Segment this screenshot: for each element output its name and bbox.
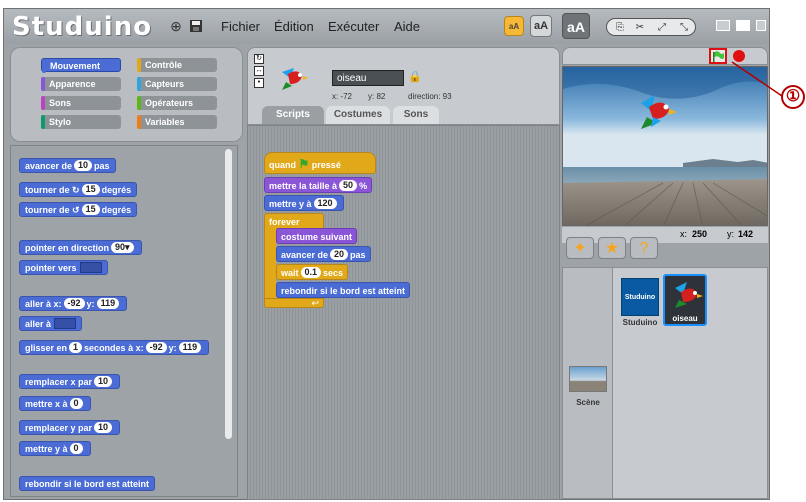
medium-text-button[interactable]: aA: [530, 15, 552, 37]
palette-scrollbar[interactable]: [225, 149, 232, 439]
block-bounce-script[interactable]: rebondir si le bord est atteint: [276, 282, 411, 298]
green-flag-button[interactable]: [709, 48, 727, 64]
menu-edit[interactable]: Édition: [274, 19, 314, 34]
block-point-towards[interactable]: pointer vers: [19, 260, 108, 275]
block-set-y[interactable]: mettre y à0: [19, 441, 91, 456]
category-operateurs[interactable]: Opérateurs: [137, 96, 217, 110]
menu-bar: Studuino ⊕ Fichier Édition Exécuter Aide…: [4, 9, 769, 44]
tab-costumes[interactable]: Costumes: [326, 106, 390, 124]
sprite-name-field[interactable]: oiseau: [332, 70, 404, 86]
menu-help[interactable]: Aide: [394, 19, 420, 34]
flip-style-icon[interactable]: ↔: [254, 66, 264, 76]
duplicate-icon[interactable]: ⎘: [611, 21, 629, 34]
block-point-direction[interactable]: pointer en direction 90▾: [19, 240, 142, 255]
category-panel: Mouvement Contrôle Apparence Capteurs So…: [10, 47, 243, 142]
stage-column: Scène: [563, 268, 613, 498]
sprite-y: y: 82: [368, 92, 386, 101]
sprite-thumbnail-icon: [282, 68, 308, 90]
block-set-x[interactable]: mettre x à0: [19, 396, 91, 411]
category-controle[interactable]: Contrôle: [137, 58, 217, 72]
sprite-tool-group: ⎘ ✂ ⤢ ⤡: [606, 18, 696, 36]
block-glide[interactable]: glisser en 1 secondes à x: -92 y: 119: [19, 340, 210, 355]
block-bounce[interactable]: rebondir si le bord est atteint: [19, 476, 156, 491]
category-variables[interactable]: Variables: [137, 115, 217, 129]
no-rotate-icon[interactable]: •: [254, 78, 264, 88]
globe-icon[interactable]: ⊕: [169, 19, 183, 33]
dropdown: [54, 318, 77, 329]
block-palette: avancer de 10 pas tourner de ↻ 15 degrés tou…: [10, 145, 238, 497]
sprite-direction: direction: 93: [408, 92, 452, 101]
annotation-number: ①: [781, 85, 805, 109]
random-sprite-icon[interactable]: ?: [630, 237, 658, 259]
save-icon[interactable]: [189, 19, 203, 33]
app-logo: Studuino: [12, 12, 153, 42]
category-sons[interactable]: Sons: [41, 96, 121, 110]
shrink-icon[interactable]: ⤡: [675, 21, 693, 34]
menu-file[interactable]: Fichier: [221, 19, 260, 34]
forever-loop-icon: ↩: [264, 298, 324, 308]
category-stylo[interactable]: Stylo: [41, 115, 121, 129]
sprite-info-panel: ↻ ↔ • oiseau 🔒 x: -72 y: 82 direction: 9…: [247, 47, 560, 125]
presentation-icon[interactable]: [756, 20, 766, 31]
sprite-studuino-label: Studuino: [622, 318, 658, 327]
block-move-script[interactable]: avancer de 20 pas: [276, 246, 371, 262]
studuino-window: Studuino ⊕ Fichier Édition Exécuter Aide…: [3, 8, 770, 500]
dropdown: [79, 262, 102, 273]
block-change-y[interactable]: remplacer y par 10: [19, 420, 121, 435]
category-mouvement[interactable]: Mouvement: [41, 58, 121, 73]
block-when-flag-clicked[interactable]: quand ⚑ pressé: [264, 152, 376, 174]
tab-sons[interactable]: Sons: [393, 106, 439, 124]
block-goto[interactable]: aller à: [19, 316, 83, 331]
sprite-oiseau-thumb[interactable]: oiseau: [663, 274, 707, 326]
sprite-library: Scène Studuino Studuino oiseau: [562, 267, 768, 499]
scene-label: Scène: [576, 398, 600, 407]
block-turn-right[interactable]: tourner de ↻ 15 degrés: [19, 182, 138, 197]
block-change-x[interactable]: remplacer x par 10: [19, 374, 121, 389]
annotation-pointer: [731, 61, 783, 97]
layout-small-icon[interactable]: [716, 20, 730, 31]
sprite-studuino-thumb[interactable]: Studuino: [621, 278, 659, 316]
rotate-style-icon[interactable]: ↻: [254, 54, 264, 64]
green-flag-icon: ⚑: [298, 157, 310, 171]
sprite-oiseau-label: oiseau: [672, 314, 698, 323]
sprite-x: x: -72: [332, 92, 353, 101]
rotate-right-icon: ↻: [72, 185, 80, 195]
tab-scripts[interactable]: Scripts: [262, 106, 324, 124]
block-move-steps[interactable]: avancer de 10 pas: [19, 158, 116, 173]
choose-sprite-icon[interactable]: ★: [598, 237, 626, 259]
rotate-left-icon: ↺: [72, 205, 80, 215]
block-forever[interactable]: forever: [264, 213, 324, 229]
small-text-button[interactable]: aA: [504, 16, 524, 36]
forever-arm: [264, 228, 276, 304]
grow-icon[interactable]: ⤢: [653, 21, 671, 34]
block-turn-left[interactable]: tourner de ↺ 15 degrés: [19, 202, 138, 217]
category-apparence[interactable]: Apparence: [41, 77, 121, 91]
layout-normal-icon[interactable]: [736, 20, 750, 31]
category-capteurs[interactable]: Capteurs: [137, 77, 217, 91]
block-set-size[interactable]: mettre la taille à 50%: [264, 177, 373, 193]
block-goto-xy[interactable]: aller à x: -92 y: 119: [19, 296, 128, 311]
block-next-costume[interactable]: costume suivant: [276, 228, 358, 244]
paint-sprite-icon[interactable]: ✦: [566, 237, 594, 259]
delete-icon[interactable]: ✂: [631, 21, 649, 34]
large-text-button[interactable]: aA: [562, 13, 590, 39]
app-root: Studuino ⊕ Fichier Édition Exécuter Aide…: [0, 0, 806, 502]
scripts-area[interactable]: quand ⚑ pressé mettre la taille à 50% met…: [247, 125, 560, 500]
lock-icon[interactable]: 🔒: [408, 70, 422, 83]
menu-run[interactable]: Exécuter: [328, 19, 379, 34]
block-set-y-script[interactable]: mettre y à 120: [264, 195, 344, 211]
new-sprite-buttons: ✦ ★ ?: [562, 235, 768, 269]
scene-thumbnail[interactable]: [569, 366, 607, 392]
block-wait[interactable]: wait 0.1 secs: [276, 264, 349, 280]
